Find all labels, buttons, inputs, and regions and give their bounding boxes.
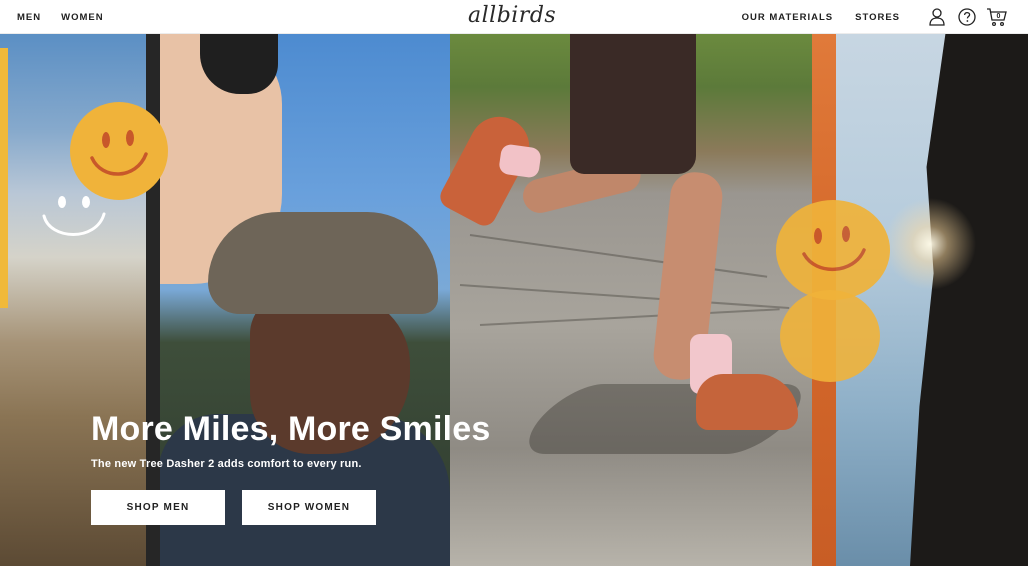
primary-nav: MEN WOMEN xyxy=(17,0,104,34)
hero-banner: More Miles, More Smiles The new Tree Das… xyxy=(0,34,1028,566)
orange-sneaker-front xyxy=(696,374,798,430)
hero-subtitle: The new Tree Dasher 2 adds comfort to ev… xyxy=(91,458,362,470)
nav-women-link[interactable]: WOMEN xyxy=(61,12,103,23)
site-header: MEN WOMEN allbirds OUR MATERIALS STORES xyxy=(0,0,1028,34)
runner-cap xyxy=(208,212,438,314)
help-icon[interactable] xyxy=(956,6,978,28)
runner-shorts xyxy=(570,34,696,174)
smiley-outline-doodle xyxy=(40,194,110,250)
cart-icon[interactable]: 0 xyxy=(986,6,1008,28)
smiley-sticker xyxy=(776,200,890,300)
sun-flare xyxy=(880,194,980,294)
nav-stores-link[interactable]: STORES xyxy=(855,12,900,23)
shop-women-button[interactable]: SHOP WOMEN xyxy=(242,490,376,525)
cart-count: 0 xyxy=(997,13,1001,20)
yellow-brush-stroke xyxy=(0,48,8,308)
nav-men-link[interactable]: MEN xyxy=(17,12,41,23)
secondary-nav: OUR MATERIALS STORES 0 xyxy=(742,0,1008,34)
account-icon[interactable] xyxy=(926,6,948,28)
shop-men-button[interactable]: SHOP MEN xyxy=(91,490,225,525)
hero-title: More Miles, More Smiles xyxy=(91,410,491,448)
pink-sock-back xyxy=(498,143,542,179)
allbirds-logo[interactable]: allbirds xyxy=(468,0,556,30)
nav-our-materials-link[interactable]: OUR MATERIALS xyxy=(742,12,833,23)
smiley-sticker xyxy=(70,102,168,200)
yellow-blob-sticker xyxy=(780,290,880,382)
